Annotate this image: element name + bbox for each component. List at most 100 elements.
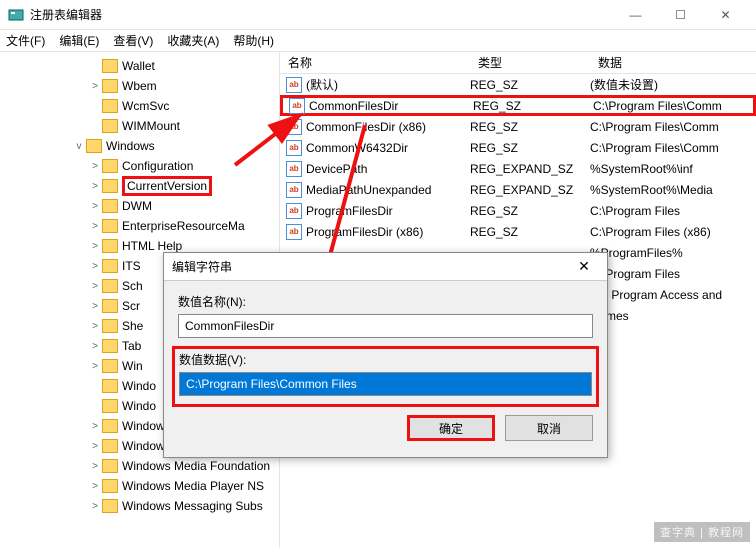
maximize-button[interactable]: ☐ bbox=[658, 0, 703, 30]
tree-label: Sch bbox=[122, 279, 143, 293]
value-data-label: 数值数据(V): bbox=[179, 351, 592, 368]
tree-item[interactable]: >Windows Messaging Subs bbox=[0, 496, 279, 516]
value-data: C:\Program Files\Comm bbox=[593, 99, 753, 113]
string-value-icon: ab bbox=[286, 224, 302, 240]
tree-label: CurrentVersion bbox=[122, 176, 212, 196]
list-row[interactable]: abProgramFilesDirREG_SZC:\Program Files bbox=[280, 200, 756, 221]
folder-icon bbox=[102, 99, 118, 113]
cancel-button[interactable]: 取消 bbox=[505, 415, 593, 441]
value-name: (默认) bbox=[306, 76, 470, 93]
chevron-icon[interactable]: > bbox=[88, 81, 102, 92]
list-row[interactable]: abCommonFilesDirREG_SZC:\Program Files\C… bbox=[280, 95, 756, 116]
chevron-icon[interactable]: > bbox=[88, 341, 102, 352]
folder-icon bbox=[102, 239, 118, 253]
folder-icon bbox=[102, 279, 118, 293]
tree-item[interactable]: > CurrentVersion bbox=[0, 176, 279, 196]
tree-item[interactable]: Wallet bbox=[0, 56, 279, 76]
folder-icon bbox=[102, 399, 118, 413]
chevron-icon[interactable]: > bbox=[88, 181, 102, 192]
chevron-icon[interactable]: > bbox=[88, 481, 102, 492]
chevron-icon[interactable]: > bbox=[88, 301, 102, 312]
value-type: REG_EXPAND_SZ bbox=[470, 162, 590, 176]
chevron-icon[interactable]: > bbox=[88, 161, 102, 172]
list-row[interactable]: abDevicePathREG_EXPAND_SZ%SystemRoot%\in… bbox=[280, 158, 756, 179]
chevron-icon[interactable]: > bbox=[88, 201, 102, 212]
tree-item[interactable]: >Windows Media Player NS bbox=[0, 476, 279, 496]
menu-edit[interactable]: 编辑(E) bbox=[59, 32, 99, 49]
tree-item[interactable]: > Configuration bbox=[0, 156, 279, 176]
tree-label: DWM bbox=[122, 199, 152, 213]
value-name-label: 数值名称(N): bbox=[178, 293, 593, 310]
list-row[interactable]: abMediaPathUnexpandedREG_EXPAND_SZ%Syste… bbox=[280, 179, 756, 200]
folder-icon bbox=[102, 419, 118, 433]
chevron-icon[interactable]: > bbox=[88, 461, 102, 472]
value-name: CommonFilesDir bbox=[309, 99, 473, 113]
col-type[interactable]: 类型 bbox=[470, 54, 590, 71]
tree-item[interactable]: > DWM bbox=[0, 196, 279, 216]
col-data[interactable]: 数据 bbox=[590, 54, 756, 71]
menubar: 文件(F) 编辑(E) 查看(V) 收藏夹(A) 帮助(H) bbox=[0, 30, 756, 52]
tree-label: She bbox=[122, 319, 143, 333]
chevron-icon[interactable]: > bbox=[88, 321, 102, 332]
value-name: ProgramFilesDir (x86) bbox=[306, 225, 470, 239]
folder-icon bbox=[102, 259, 118, 273]
folder-icon bbox=[102, 499, 118, 513]
chevron-icon[interactable]: > bbox=[88, 241, 102, 252]
titlebar: 注册表编辑器 — ☐ ✕ bbox=[0, 0, 756, 30]
value-type: REG_SZ bbox=[470, 120, 590, 134]
chevron-icon[interactable]: > bbox=[88, 501, 102, 512]
value-type: REG_SZ bbox=[470, 225, 590, 239]
value-name: ProgramFilesDir bbox=[306, 204, 470, 218]
col-name[interactable]: 名称 bbox=[280, 54, 470, 71]
value-data: C:\Program Files\Comm bbox=[590, 141, 756, 155]
tree-label: EnterpriseResourceMa bbox=[122, 219, 245, 233]
value-type: REG_SZ bbox=[473, 99, 593, 113]
value-data: %SystemRoot%\inf bbox=[590, 162, 756, 176]
ok-button[interactable]: 确定 bbox=[407, 415, 495, 441]
chevron-icon[interactable]: > bbox=[88, 221, 102, 232]
menu-favorites[interactable]: 收藏夹(A) bbox=[167, 32, 219, 49]
folder-icon bbox=[102, 119, 118, 133]
menu-file[interactable]: 文件(F) bbox=[6, 32, 45, 49]
value-data: (数值未设置) bbox=[590, 76, 756, 93]
string-value-icon: ab bbox=[286, 140, 302, 156]
list-row[interactable]: abCommonFilesDir (x86)REG_SZC:\Program F… bbox=[280, 116, 756, 137]
string-value-icon: ab bbox=[286, 119, 302, 135]
value-data: %ProgramFiles% bbox=[590, 246, 756, 260]
chevron-icon[interactable]: > bbox=[88, 441, 102, 452]
folder-icon bbox=[102, 299, 118, 313]
tree-item[interactable]: > EnterpriseResourceMa bbox=[0, 216, 279, 236]
list-row[interactable]: abCommonW6432DirREG_SZC:\Program Files\C… bbox=[280, 137, 756, 158]
tree-item[interactable]: WIMMount bbox=[0, 116, 279, 136]
value-name-input[interactable] bbox=[178, 314, 593, 338]
chevron-icon[interactable]: > bbox=[88, 361, 102, 372]
chevron-icon[interactable]: v bbox=[72, 141, 86, 152]
tree-item[interactable]: WcmSvc bbox=[0, 96, 279, 116]
list-row[interactable]: ab(默认)REG_SZ(数值未设置) bbox=[280, 74, 756, 95]
tree-item[interactable]: vWindows bbox=[0, 136, 279, 156]
dialog-close-button[interactable]: ✕ bbox=[569, 258, 599, 275]
value-type: REG_EXPAND_SZ bbox=[470, 183, 590, 197]
chevron-icon[interactable]: > bbox=[88, 281, 102, 292]
string-value-icon: ab bbox=[286, 182, 302, 198]
tree-item[interactable]: >Wbem bbox=[0, 76, 279, 96]
chevron-icon[interactable]: > bbox=[88, 421, 102, 432]
tree-item[interactable]: >Windows Media Foundation bbox=[0, 456, 279, 476]
value-data-input[interactable] bbox=[179, 372, 592, 396]
tree-label: Tab bbox=[122, 339, 141, 353]
tree-label: Configuration bbox=[122, 159, 193, 173]
list-row[interactable]: abProgramFilesDir (x86)REG_SZC:\Program … bbox=[280, 221, 756, 242]
list-header: 名称 类型 数据 bbox=[280, 52, 756, 74]
menu-help[interactable]: 帮助(H) bbox=[233, 32, 274, 49]
minimize-button[interactable]: — bbox=[613, 0, 658, 30]
chevron-icon[interactable]: > bbox=[88, 261, 102, 272]
folder-icon bbox=[102, 199, 118, 213]
folder-icon bbox=[102, 479, 118, 493]
folder-icon bbox=[102, 219, 118, 233]
folder-icon bbox=[102, 319, 118, 333]
menu-view[interactable]: 查看(V) bbox=[113, 32, 153, 49]
tree-label: Wallet bbox=[122, 59, 155, 73]
folder-icon bbox=[102, 339, 118, 353]
close-button[interactable]: ✕ bbox=[703, 0, 748, 30]
value-data-highlight: 数值数据(V): bbox=[172, 346, 599, 407]
